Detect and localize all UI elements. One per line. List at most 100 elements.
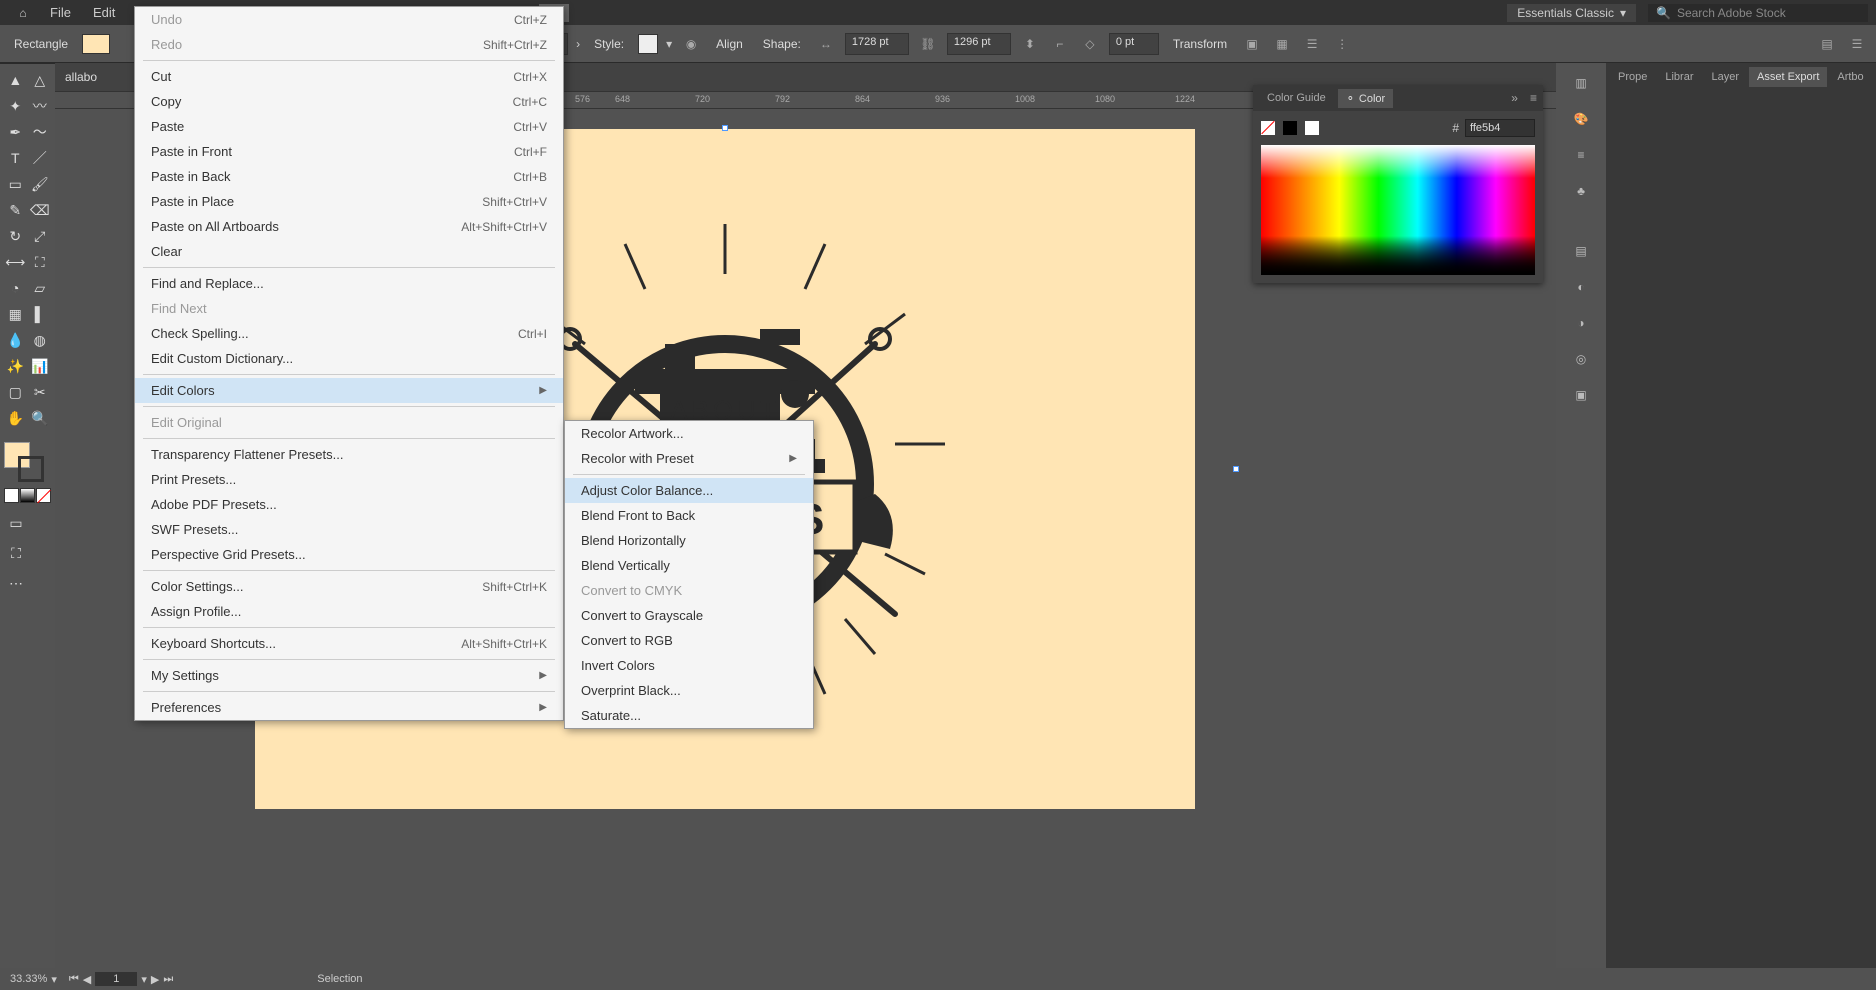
artboard-number[interactable]: 1 — [95, 972, 137, 986]
appearance-panel-icon[interactable]: ◎ — [1565, 343, 1597, 375]
eraser-tool[interactable]: ⌫ — [29, 198, 52, 222]
lasso-tool[interactable]: 〰 — [29, 94, 52, 118]
menu-item-saturate-[interactable]: Saturate... — [565, 703, 813, 728]
menu-item-overprint-black-[interactable]: Overprint Black... — [565, 678, 813, 703]
style-swatch[interactable] — [638, 34, 658, 54]
corner-type-icon[interactable]: ⌐ — [1049, 33, 1071, 55]
search-stock-input[interactable]: 🔍Search Adobe Stock — [1648, 4, 1868, 22]
tab-color-guide[interactable]: Color Guide — [1259, 89, 1334, 107]
pen-tool[interactable]: ✒ — [4, 120, 27, 144]
layout-icon[interactable]: ☰ — [1846, 33, 1868, 55]
menu-item-preferences[interactable]: Preferences▶ — [135, 695, 563, 720]
recolor-icon[interactable]: ◉ — [680, 33, 702, 55]
graph-tool[interactable]: 📊 — [29, 354, 52, 378]
last-artboard-icon[interactable]: ⏭ — [163, 973, 173, 986]
menu-file[interactable]: File — [40, 2, 81, 23]
prev-artboard-icon[interactable]: ◀ — [83, 973, 91, 986]
color-mode-none[interactable] — [36, 488, 51, 503]
menu-item-copy[interactable]: CopyCtrl+C — [135, 89, 563, 114]
menu-item-print-presets-[interactable]: Print Presets... — [135, 467, 563, 492]
type-tool[interactable]: T — [4, 146, 27, 170]
stroke-color-swatch[interactable] — [18, 456, 44, 482]
menu-item-adjust-color-balance-[interactable]: Adjust Color Balance... — [565, 478, 813, 503]
menu-item-assign-profile-[interactable]: Assign Profile... — [135, 599, 563, 624]
panel-collapse-icon[interactable]: » — [1511, 91, 1518, 105]
dock-toggle-icon[interactable]: ▤ — [1816, 33, 1838, 55]
menu-item-edit-custom-dictionary-[interactable]: Edit Custom Dictionary... — [135, 346, 563, 371]
home-icon[interactable]: ⌂ — [8, 3, 38, 23]
next-artboard-icon[interactable]: ▶ — [151, 973, 159, 986]
isolate-icon[interactable]: ▣ — [1241, 33, 1263, 55]
first-artboard-icon[interactable]: ⏮ — [69, 973, 79, 986]
opacity-arrow-icon[interactable]: › — [576, 37, 580, 51]
menu-item-swf-presets-[interactable]: SWF Presets... — [135, 517, 563, 542]
menu-item-color-settings-[interactable]: Color Settings...Shift+Ctrl+K — [135, 574, 563, 599]
align-pixel-icon[interactable]: ▦ — [1271, 33, 1293, 55]
gradient-tool[interactable]: ▌ — [29, 302, 52, 326]
scale-tool[interactable]: ⤢ — [29, 224, 52, 248]
menu-item-paste[interactable]: PasteCtrl+V — [135, 114, 563, 139]
menu-item-keyboard-shortcuts-[interactable]: Keyboard Shortcuts...Alt+Shift+Ctrl+K — [135, 631, 563, 656]
symbol-sprayer-tool[interactable]: ✨ — [4, 354, 27, 378]
menu-item-my-settings[interactable]: My Settings▶ — [135, 663, 563, 688]
direct-selection-tool[interactable]: △ — [29, 68, 52, 92]
rotate-tool[interactable]: ↻ — [4, 224, 27, 248]
width-input[interactable]: 1728 pt — [845, 33, 909, 55]
width-tool[interactable]: ⟷ — [4, 250, 27, 274]
rectangle-tool[interactable]: ▭ — [4, 172, 27, 196]
align-art-icon[interactable]: ☰ — [1301, 33, 1323, 55]
menu-item-recolor-artwork-[interactable]: Recolor Artwork... — [565, 421, 813, 446]
swatches-panel-icon[interactable]: 🎨 — [1565, 103, 1597, 135]
menu-item-transparency-flattener-presets-[interactable]: Transparency Flattener Presets... — [135, 442, 563, 467]
zoom-tool[interactable]: 🔍 — [29, 406, 52, 430]
menu-item-edit-colors[interactable]: Edit Colors▶ — [135, 378, 563, 403]
blend-tool[interactable]: ◍ — [29, 328, 52, 352]
color-black-swatch[interactable] — [1283, 121, 1297, 135]
artboard-tool[interactable]: ▢ — [4, 380, 27, 404]
transparency-panel-icon[interactable]: ◑ — [1565, 307, 1597, 339]
menu-item-find-and-replace-[interactable]: Find and Replace... — [135, 271, 563, 296]
symbols-panel-icon[interactable]: ♣ — [1565, 175, 1597, 207]
screen-mode[interactable]: ⛶ — [4, 541, 28, 565]
artboard-chevron-icon[interactable]: ▾ — [141, 973, 147, 986]
style-chevron-icon[interactable]: ▾ — [666, 37, 672, 51]
menu-item-paste-in-place[interactable]: Paste in PlaceShift+Ctrl+V — [135, 189, 563, 214]
corner-link-icon[interactable]: ◇ — [1079, 33, 1101, 55]
free-transform-tool[interactable]: ⛶ — [29, 250, 52, 274]
workspace-switcher[interactable]: Essentials Classic▾ — [1507, 4, 1636, 22]
zoom-select[interactable]: 33.33%▾ — [10, 973, 57, 986]
tab-artboards[interactable]: Artbo — [1829, 67, 1871, 87]
extra-icon[interactable]: ⋮ — [1331, 33, 1353, 55]
document-tab[interactable]: allabo — [65, 70, 97, 84]
edit-toolbar[interactable]: ⋯ — [4, 571, 28, 595]
menu-edit[interactable]: Edit — [83, 2, 125, 23]
gradient-panel-icon[interactable]: ◐ — [1565, 271, 1597, 303]
menu-item-check-spelling-[interactable]: Check Spelling...Ctrl+I — [135, 321, 563, 346]
menu-item-invert-colors[interactable]: Invert Colors — [565, 653, 813, 678]
color-white-swatch[interactable] — [1305, 121, 1319, 135]
slice-tool[interactable]: ✂ — [29, 380, 52, 404]
height-input[interactable]: 1296 pt — [947, 33, 1011, 55]
color-panel[interactable]: Color Guide ⚬Color » ≡ # — [1253, 85, 1543, 283]
curvature-tool[interactable]: 〜 — [29, 120, 52, 144]
menu-item-clear[interactable]: Clear — [135, 239, 563, 264]
tab-layers[interactable]: Layer — [1703, 67, 1747, 87]
menu-item-blend-front-to-back[interactable]: Blend Front to Back — [565, 503, 813, 528]
brushes-panel-icon[interactable]: ≡ — [1565, 139, 1597, 171]
menu-item-blend-vertically[interactable]: Blend Vertically — [565, 553, 813, 578]
menu-item-perspective-grid-presets-[interactable]: Perspective Grid Presets... — [135, 542, 563, 567]
selection-handle-right[interactable] — [1233, 466, 1239, 472]
color-mode-gradient[interactable] — [20, 488, 35, 503]
menu-item-paste-on-all-artboards[interactable]: Paste on All ArtboardsAlt+Shift+Ctrl+V — [135, 214, 563, 239]
tab-color[interactable]: ⚬Color — [1338, 89, 1394, 108]
color-none-swatch[interactable] — [1261, 121, 1275, 135]
hex-input[interactable] — [1465, 119, 1535, 137]
menu-item-blend-horizontally[interactable]: Blend Horizontally — [565, 528, 813, 553]
artboard-nav[interactable]: ⏮ ◀ 1 ▾ ▶ ⏭ — [69, 972, 173, 986]
mesh-tool[interactable]: ▦ — [4, 302, 27, 326]
shape-builder-tool[interactable]: ◔ — [4, 276, 27, 300]
stroke-panel-icon[interactable]: ▤ — [1565, 235, 1597, 267]
color-mode-solid[interactable] — [4, 488, 19, 503]
fill-stroke-indicator[interactable] — [4, 442, 44, 482]
shaper-tool[interactable]: ✎ — [4, 198, 27, 222]
